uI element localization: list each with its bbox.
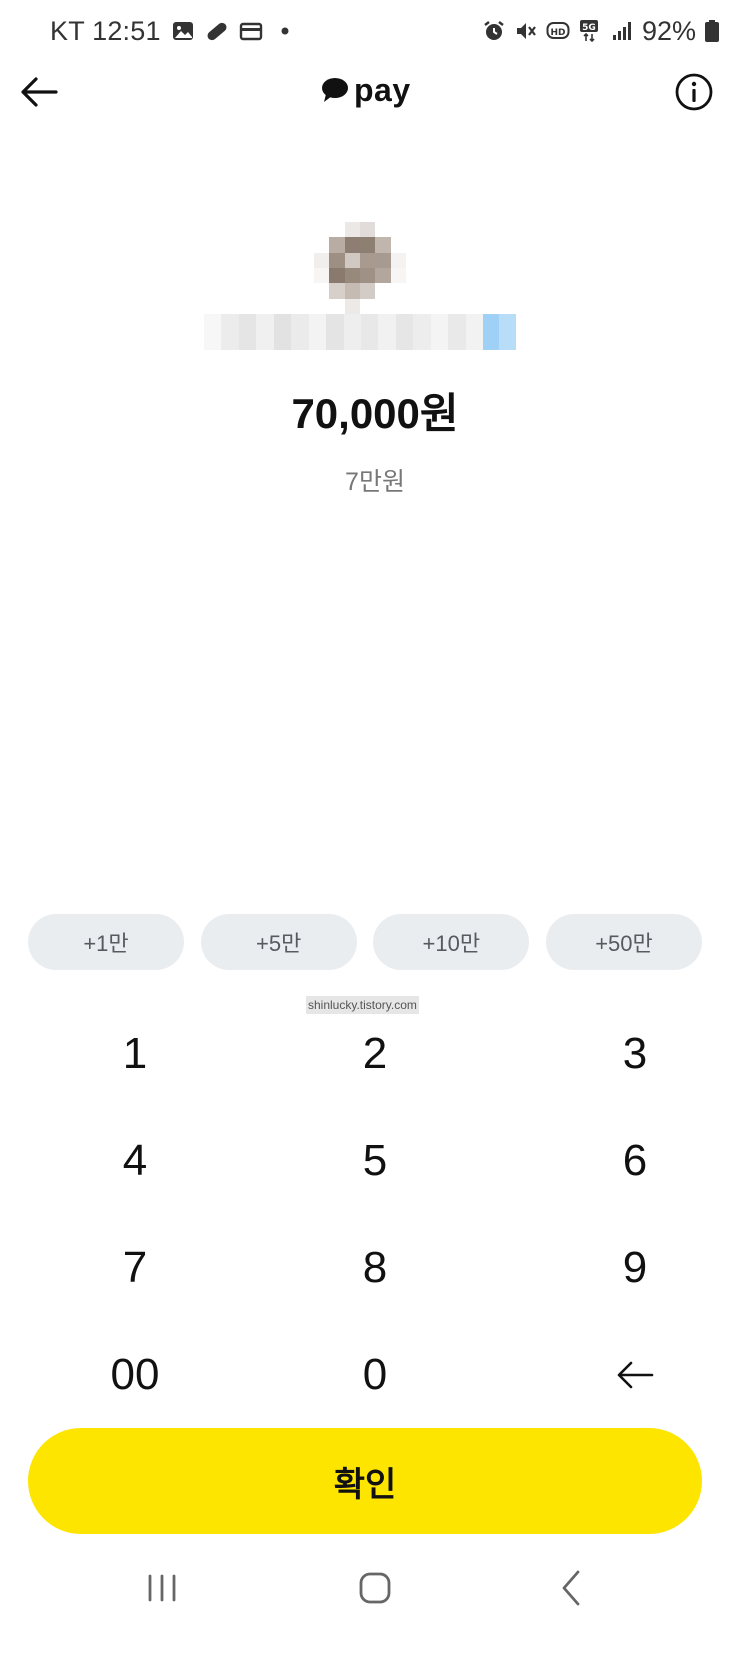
number-keypad: 1 2 3 4 5 6 7 8 9 00 0: [0, 1000, 750, 1428]
key-label: 9: [622, 1242, 648, 1292]
key-label: 2: [362, 1028, 388, 1078]
svg-text:5G: 5G: [582, 23, 596, 33]
key-9[interactable]: 9: [480, 1214, 750, 1321]
key-6[interactable]: 6: [480, 1107, 750, 1214]
back-icon[interactable]: [548, 1564, 596, 1612]
status-bar: KT 12:51 HD 5G 92%: [0, 0, 750, 62]
status-carrier-time: KT 12:51: [50, 15, 161, 46]
key-label: 1: [122, 1028, 148, 1078]
kakaopay-logo: pay: [320, 66, 411, 114]
key-3[interactable]: 3: [480, 1000, 750, 1107]
key-label: 00: [110, 1349, 160, 1399]
key-label: 4: [122, 1135, 148, 1185]
add-50000-button[interactable]: +5만: [200, 914, 357, 970]
speech-bubble-icon: [322, 78, 348, 102]
system-nav-bar: [0, 1546, 750, 1626]
key-label: 3: [622, 1028, 648, 1078]
info-icon: [675, 73, 713, 111]
key-0[interactable]: 0: [270, 1321, 480, 1428]
signal-icon: [610, 19, 634, 43]
card-icon: [239, 19, 263, 43]
recipient-name-redacted: [204, 314, 516, 350]
key-8[interactable]: 8: [270, 1214, 480, 1321]
add-10000-button[interactable]: +1만: [28, 914, 184, 970]
gallery-icon: [171, 19, 195, 43]
status-left: KT 12:51: [50, 13, 297, 49]
logo-text: pay: [354, 71, 411, 108]
hd-icon: HD: [546, 19, 570, 43]
key-1[interactable]: 1: [0, 1000, 270, 1107]
back-button[interactable]: [18, 70, 62, 114]
svg-text:HD: HD: [550, 28, 565, 38]
recent-apps-icon[interactable]: [138, 1564, 186, 1612]
app-header: pay: [0, 62, 750, 122]
key-label: 0: [362, 1349, 388, 1399]
key-4[interactable]: 4: [0, 1107, 270, 1214]
confirm-button[interactable]: 확인: [28, 1428, 702, 1534]
add-500000-button[interactable]: +50만: [545, 914, 702, 970]
info-button[interactable]: [672, 70, 716, 114]
quick-add-chips: +1만 +5만 +10만 +50만: [28, 914, 702, 970]
key-7[interactable]: 7: [0, 1214, 270, 1321]
backspace-arrow-icon: [615, 1359, 655, 1391]
5g-icon: 5G: [578, 19, 602, 43]
home-icon[interactable]: [351, 1564, 399, 1612]
key-00[interactable]: 00: [0, 1321, 270, 1428]
recipient-avatar: [314, 222, 406, 314]
key-2[interactable]: 2: [270, 1000, 480, 1107]
backspace-key[interactable]: [480, 1321, 750, 1428]
battery-icon: [704, 19, 728, 43]
transfer-amount-korean: 7만원: [345, 468, 405, 496]
key-label: 5: [362, 1135, 388, 1185]
dot-icon: [273, 19, 297, 43]
arrow-left-icon: [21, 77, 58, 107]
battery-percent: 92%: [641, 15, 696, 46]
alarm-icon: [482, 19, 506, 43]
status-right: HD 5G 92%: [482, 13, 728, 49]
pill-icon: [205, 19, 229, 43]
watermark: shinlucky.tistory.com: [306, 996, 419, 1014]
transfer-amount: 70,000원: [291, 390, 459, 437]
mute-icon: [514, 19, 538, 43]
add-100000-button[interactable]: +10만: [373, 914, 530, 970]
key-label: 8: [362, 1242, 388, 1292]
key-label: 7: [122, 1242, 148, 1292]
key-label: 6: [622, 1135, 648, 1185]
key-5[interactable]: 5: [270, 1107, 480, 1214]
